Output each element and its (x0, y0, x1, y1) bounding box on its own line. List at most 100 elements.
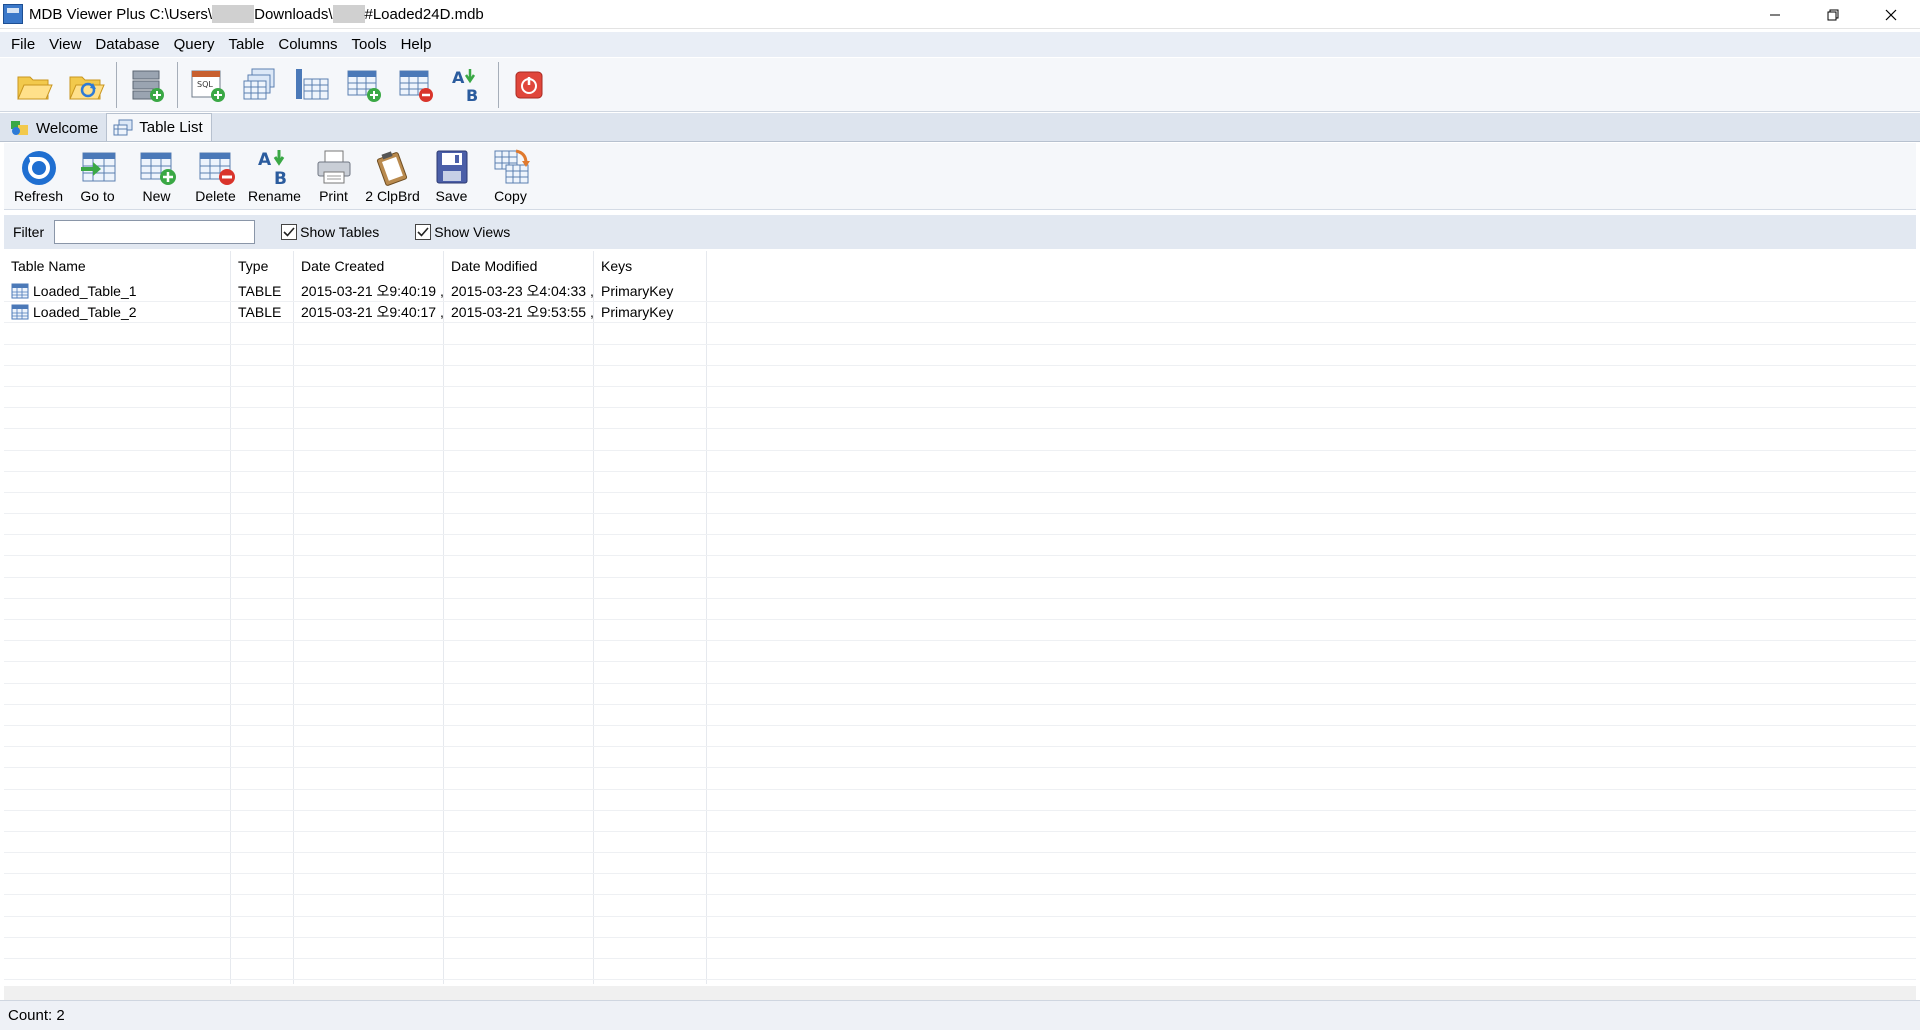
copy-label: Copy (494, 188, 527, 204)
cell-type: TABLE (231, 281, 294, 302)
empty-cell (594, 747, 707, 768)
print-button[interactable]: Print (304, 143, 363, 207)
empty-row (4, 344, 1916, 366)
save-button[interactable]: Save (422, 143, 481, 207)
empty-row (4, 323, 1916, 345)
menu-columns[interactable]: Columns (271, 32, 344, 57)
empty-cell (294, 386, 444, 408)
empty-cell (231, 874, 294, 895)
copy-to-clipboard-button[interactable]: 2 ClpBrd (363, 143, 422, 207)
empty-cell (444, 429, 594, 450)
empty-cell (594, 514, 707, 535)
table-delete-icon (399, 70, 433, 102)
rename-table-button-2[interactable]: AB Rename (245, 143, 304, 207)
empty-cell (444, 535, 594, 556)
show-views-checkbox[interactable]: Show Views (415, 224, 510, 240)
refresh-button[interactable]: Refresh (9, 143, 68, 207)
empty-cell (294, 959, 444, 980)
empty-cell (444, 471, 594, 492)
tab-strip: Welcome Table List (0, 113, 1920, 142)
minimize-button[interactable] (1746, 0, 1804, 29)
close-icon (1885, 9, 1897, 20)
open-database-button[interactable] (8, 61, 60, 109)
empty-cell (294, 789, 444, 810)
menu-database[interactable]: Database (88, 32, 166, 57)
empty-cell (4, 620, 231, 641)
new-query-button[interactable]: SQL (182, 61, 234, 109)
empty-row (4, 471, 1916, 493)
restore-button[interactable] (1804, 0, 1862, 29)
empty-cell (231, 429, 294, 450)
empty-row (4, 662, 1916, 684)
empty-row (4, 365, 1916, 387)
empty-cell (294, 535, 444, 556)
empty-row (4, 895, 1916, 917)
empty-cell (231, 683, 294, 704)
empty-cell (294, 323, 444, 344)
rename-icon: AB (258, 150, 286, 187)
empty-cell (4, 408, 231, 429)
table-row[interactable]: Loaded_Table_1 TABLE 2015-03-21 오9:40:19… (4, 281, 1916, 303)
menu-tools[interactable]: Tools (345, 32, 394, 57)
empty-cell (4, 535, 231, 556)
close-button[interactable] (1862, 0, 1920, 29)
tab-welcome[interactable]: Welcome (4, 115, 106, 141)
column-header-table-name[interactable]: Table Name (4, 251, 231, 281)
new-table-button[interactable]: New (127, 143, 186, 207)
empty-cell (231, 365, 294, 386)
table-row[interactable]: Loaded_Table_2 TABLE 2015-03-21 오9:40:17… (4, 302, 1916, 324)
empty-cell (444, 725, 594, 747)
database-properties-button[interactable] (121, 61, 173, 109)
open-table-button[interactable] (234, 61, 286, 109)
empty-cell (594, 598, 707, 619)
empty-cell (594, 683, 707, 704)
status-bar: Count: 2 (0, 1000, 1920, 1030)
delete-table-button-2[interactable]: Delete (186, 143, 245, 207)
reopen-database-button[interactable] (60, 61, 112, 109)
empty-cell (444, 831, 594, 853)
menu-file[interactable]: File (4, 32, 42, 57)
empty-cell (231, 662, 294, 683)
filter-input[interactable] (54, 220, 256, 244)
empty-cell (294, 429, 444, 450)
empty-cell (231, 895, 294, 916)
empty-cell (4, 365, 231, 386)
show-tables-checkbox[interactable]: Show Tables (281, 224, 379, 240)
rename-table-button[interactable]: AB (442, 61, 494, 109)
filter-label: Filter (13, 224, 45, 240)
checkbox-box[interactable] (415, 224, 432, 240)
title-bar: MDB Viewer Plus C:\Users\ Downloads\ #Lo… (0, 0, 1920, 29)
empty-cell (4, 959, 231, 980)
empty-cell (231, 535, 294, 556)
column-header-date-created[interactable]: Date Created (294, 251, 444, 281)
menu-help[interactable]: Help (394, 32, 439, 57)
column-header-type[interactable]: Type (231, 251, 294, 281)
empty-cell (4, 789, 231, 810)
empty-cell (594, 725, 707, 747)
toolbar-separator (498, 61, 499, 108)
empty-cell (4, 323, 231, 344)
column-header-date-modified[interactable]: Date Modified (444, 251, 594, 281)
horizontal-scrollbar[interactable] (4, 986, 1916, 1000)
copy-table-button[interactable]: Copy (481, 143, 540, 207)
menu-view[interactable]: View (42, 32, 88, 57)
rename-icon: AB (452, 68, 478, 105)
exit-button[interactable] (503, 61, 555, 109)
empty-cell (594, 874, 707, 895)
empty-cell (444, 959, 594, 980)
power-icon (515, 71, 543, 98)
column-header-keys[interactable]: Keys (594, 251, 707, 281)
menu-table[interactable]: Table (222, 32, 272, 57)
cell-keys: PrimaryKey (594, 281, 707, 302)
table-columns-button[interactable] (286, 61, 338, 109)
folder-refresh-icon (69, 76, 105, 99)
goto-button[interactable]: Go to (68, 143, 127, 207)
empty-cell (444, 598, 594, 619)
printer-icon (317, 150, 350, 184)
empty-cell (594, 386, 707, 408)
add-table-button[interactable] (338, 61, 390, 109)
menu-query[interactable]: Query (167, 32, 222, 57)
tab-table-list[interactable]: Table List (106, 113, 212, 141)
delete-table-button[interactable] (390, 61, 442, 109)
checkbox-box[interactable] (281, 224, 298, 240)
